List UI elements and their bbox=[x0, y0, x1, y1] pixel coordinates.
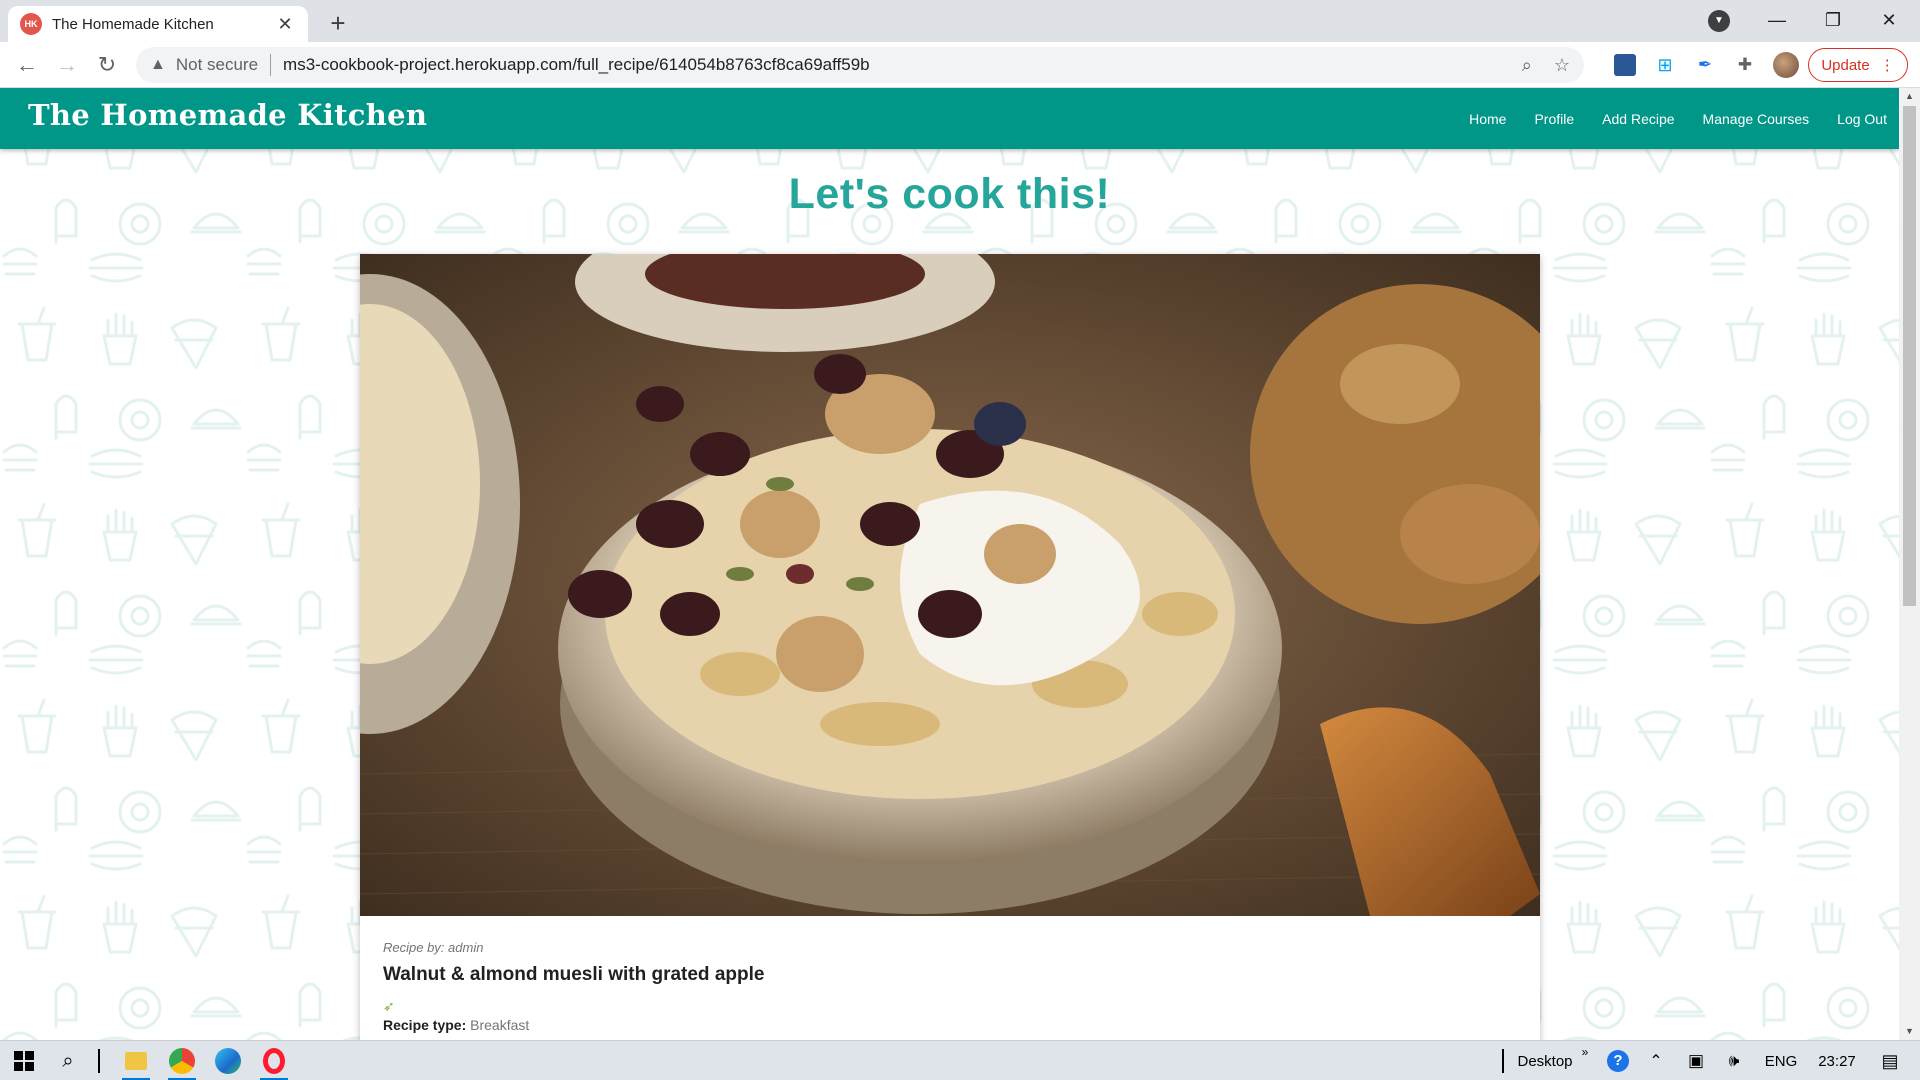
taskbar-divider bbox=[1500, 1041, 1506, 1080]
carrot-icon: ➶ bbox=[383, 998, 395, 1014]
recipe-image bbox=[360, 254, 1540, 916]
search-icon[interactable]: ⌕ bbox=[48, 1041, 88, 1080]
pen-extension-icon[interactable]: ✒ bbox=[1694, 54, 1716, 76]
page-scrollbar[interactable]: ▲ ▼ bbox=[1899, 88, 1920, 1040]
update-button[interactable]: Update ⋮ bbox=[1808, 48, 1908, 82]
clock[interactable]: 23:27 bbox=[1808, 1041, 1866, 1080]
tab-title: The Homemade Kitchen bbox=[52, 15, 214, 33]
help-icon[interactable]: ? bbox=[1600, 1041, 1636, 1080]
page-title: Let's cook this! bbox=[788, 170, 1111, 218]
warning-icon: ▲ bbox=[150, 56, 166, 73]
windows-extension-icon[interactable]: ⊞ bbox=[1654, 54, 1676, 76]
recipe-card: Recipe by: admin Walnut & almond muesli … bbox=[360, 254, 1540, 1040]
nav-manage-courses[interactable]: Manage Courses bbox=[1703, 111, 1810, 127]
language-label: ENG bbox=[1764, 1052, 1798, 1070]
windows-taskbar: ⌕ Desktop » ? ⌃ ▣ 🕪 ENG 23:27 ▤ bbox=[0, 1040, 1920, 1080]
forward-icon[interactable]: → bbox=[52, 50, 82, 80]
browser-tab[interactable]: HK The Homemade Kitchen ✕ bbox=[8, 6, 308, 42]
file-explorer-icon[interactable] bbox=[114, 1041, 158, 1080]
reload-icon[interactable]: ↻ bbox=[92, 50, 122, 80]
desktop-toolbar[interactable]: Desktop bbox=[1510, 1041, 1580, 1080]
tab-strip: HK The Homemade Kitchen ✕ + ▼ — ❐ ✕ bbox=[0, 0, 1920, 42]
show-hidden-icons-chevron-icon[interactable]: ⌃ bbox=[1642, 1041, 1670, 1080]
opera-icon[interactable] bbox=[252, 1041, 296, 1080]
nav-home[interactable]: Home bbox=[1469, 111, 1506, 127]
tab-search-icon[interactable]: ▼ bbox=[1708, 10, 1730, 32]
minimize-button[interactable]: — bbox=[1750, 0, 1804, 40]
chrome-icon[interactable] bbox=[160, 1041, 204, 1080]
recipe-author: Recipe by: admin bbox=[383, 940, 484, 955]
close-tab-icon[interactable]: ✕ bbox=[274, 14, 296, 35]
recipe-type: Recipe type: Breakfast bbox=[383, 1017, 1517, 1033]
restore-button[interactable]: ❐ bbox=[1806, 0, 1860, 40]
notifications-icon[interactable]: ▤ bbox=[1870, 1041, 1910, 1080]
security-label: Not secure bbox=[175, 55, 259, 74]
favicon-icon: HK bbox=[20, 13, 42, 35]
puzzle-extensions-icon[interactable]: ✚ bbox=[1734, 54, 1756, 76]
scroll-up-arrow-icon[interactable]: ▲ bbox=[1899, 88, 1920, 105]
toolbar-overflow-icon[interactable]: » bbox=[1578, 1041, 1592, 1080]
url-text[interactable]: ms3-cookbook-project.herokuapp.com/full_… bbox=[283, 55, 1500, 75]
profile-avatar[interactable] bbox=[1773, 52, 1799, 78]
scroll-down-arrow-icon[interactable]: ▼ bbox=[1899, 1023, 1920, 1040]
nav-log-out[interactable]: Log Out bbox=[1837, 111, 1887, 127]
task-view-icon[interactable] bbox=[92, 1041, 106, 1080]
network-icon[interactable]: ▣ bbox=[1680, 1041, 1712, 1080]
clock-time: 23:27 bbox=[1818, 1052, 1856, 1070]
close-window-button[interactable]: ✕ bbox=[1862, 0, 1916, 40]
nav-profile[interactable]: Profile bbox=[1534, 111, 1574, 127]
menu-dots-icon: ⋮ bbox=[1879, 57, 1895, 74]
edge-icon[interactable] bbox=[206, 1041, 250, 1080]
new-tab-button[interactable]: + bbox=[322, 8, 354, 40]
site-navbar: The Homemade Kitchen Home Profile Add Re… bbox=[0, 88, 1899, 149]
update-label: Update bbox=[1821, 56, 1870, 74]
site-brand-logo[interactable]: The Homemade Kitchen bbox=[28, 98, 427, 132]
back-icon[interactable]: ← bbox=[12, 50, 42, 80]
desktop-label: Desktop bbox=[1517, 1052, 1573, 1070]
site-nav-links: Home Profile Add Recipe Manage Courses L… bbox=[1469, 88, 1887, 149]
recipe-content: Recipe by: admin Walnut & almond muesli … bbox=[383, 940, 1517, 1033]
nav-add-recipe[interactable]: Add Recipe bbox=[1602, 111, 1674, 127]
browser-toolbar: ← → ↻ ▲ Not secure ms3-cookbook-project.… bbox=[0, 42, 1920, 88]
recipe-title: Walnut & almond muesli with grated apple bbox=[383, 964, 765, 985]
recipe-type-label: Recipe type: bbox=[383, 1017, 467, 1033]
omnibox-separator bbox=[270, 54, 272, 76]
bookmark-star-icon[interactable]: ☆ bbox=[1554, 55, 1570, 76]
extension-1-icon[interactable] bbox=[1614, 54, 1636, 76]
volume-icon[interactable]: 🕪 bbox=[1718, 1041, 1750, 1080]
page-viewport: The Homemade Kitchen Home Profile Add Re… bbox=[0, 88, 1920, 1040]
start-button[interactable] bbox=[4, 1041, 44, 1080]
address-bar[interactable]: ▲ Not secure ms3-cookbook-project.heroku… bbox=[136, 47, 1584, 83]
windows-logo-icon bbox=[14, 1051, 34, 1071]
recipe-type-value: Breakfast bbox=[470, 1017, 530, 1033]
zoom-icon[interactable]: ⌕ bbox=[1522, 55, 1532, 76]
language-indicator[interactable]: ENG bbox=[1756, 1041, 1806, 1080]
scroll-thumb[interactable] bbox=[1903, 106, 1916, 606]
